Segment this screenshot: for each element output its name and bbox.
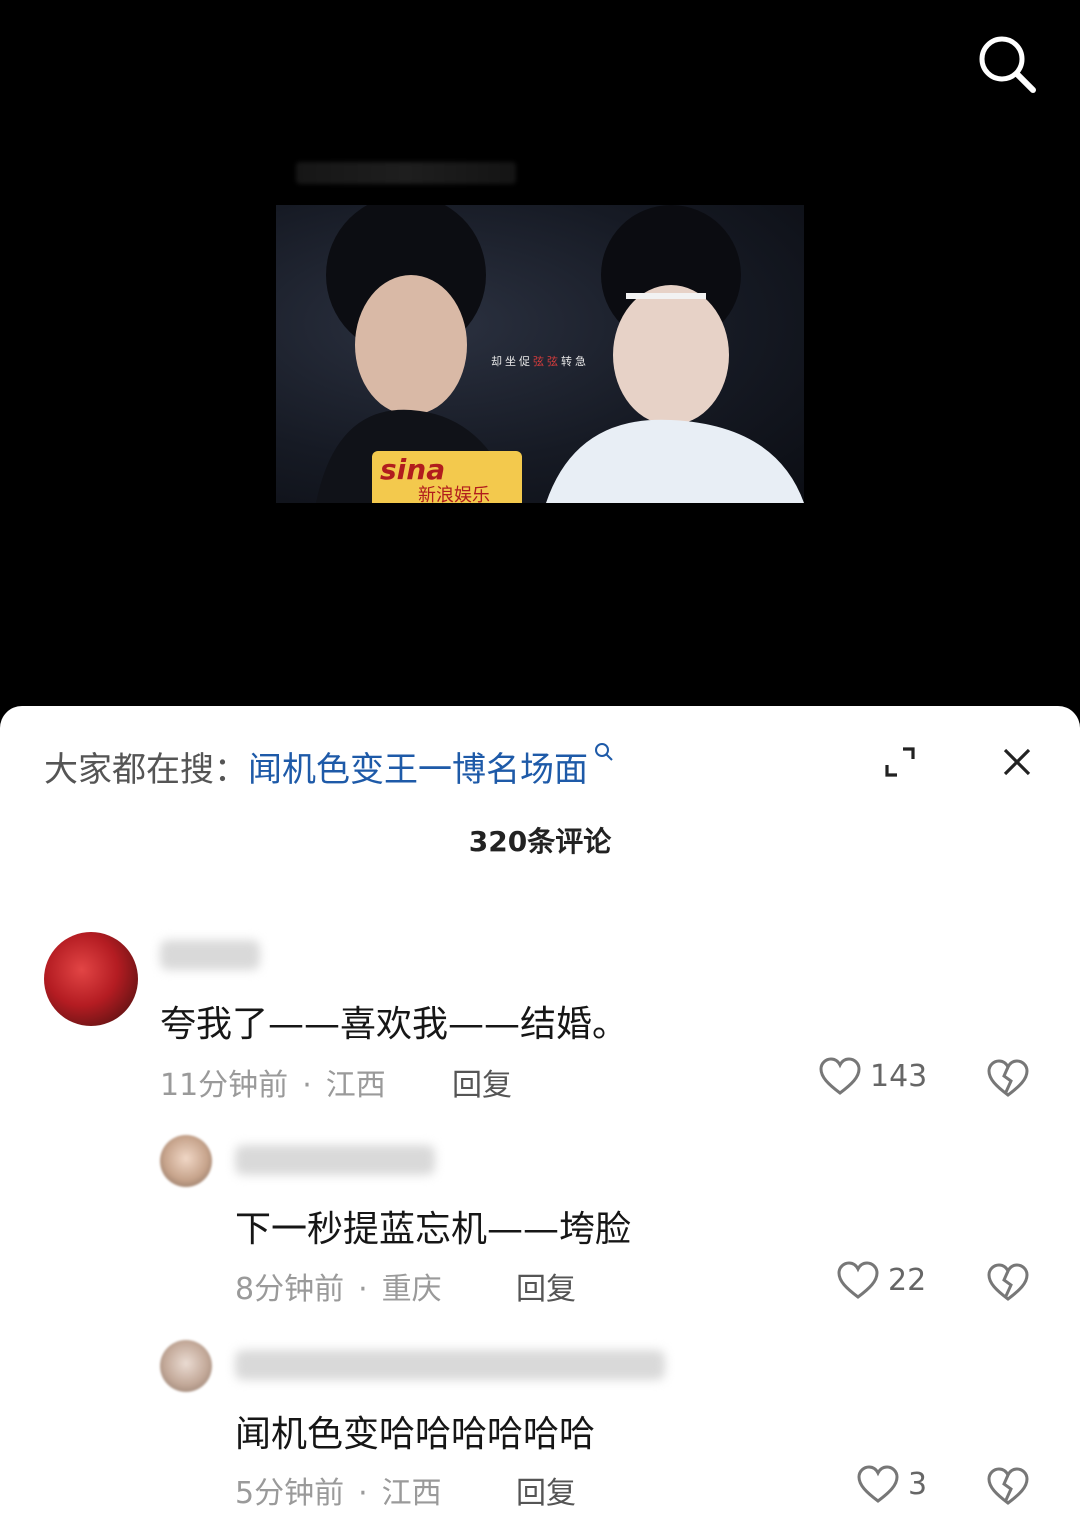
sina-watermark: sina 新浪娱乐 <box>372 451 522 503</box>
heart-icon <box>837 1261 879 1299</box>
comment-text: 下一秒提蓝忘机——垮脸 <box>235 1209 632 1250</box>
like-button[interactable]: 3 <box>856 1464 927 1504</box>
like-button[interactable]: 143 <box>818 1056 927 1096</box>
search-icon <box>979 36 1036 93</box>
username-blurred[interactable] <box>235 1350 665 1380</box>
hot-search[interactable]: 大家都在搜：闻机色变王一博名场面 <box>44 742 614 791</box>
close-icon <box>1003 748 1031 776</box>
username-blurred[interactable] <box>235 1145 435 1175</box>
expand-button[interactable] <box>883 745 917 779</box>
avatar[interactable] <box>44 932 138 1026</box>
avatar[interactable] <box>160 1340 212 1392</box>
search-small-icon <box>588 743 614 767</box>
comment-text: 闻机色变哈哈哈哈哈哈 <box>235 1414 596 1455</box>
broken-heart-icon <box>987 1059 1029 1097</box>
reply-button[interactable]: 回复 <box>516 1264 576 1308</box>
hot-search-keyword[interactable]: 闻机色变王一博名场面 <box>248 750 588 790</box>
comment-meta: 5分钟前 · 江西 <box>235 1476 442 1511</box>
search-button[interactable] <box>975 32 1039 96</box>
comment-text: 夸我了——喜欢我——结婚。 <box>160 1004 629 1045</box>
like-count: 22 <box>888 1262 927 1298</box>
username-blurred[interactable] <box>160 940 260 970</box>
like-count: 3 <box>908 1466 928 1502</box>
video-overlay-title <box>296 162 516 184</box>
expand-icon <box>885 747 915 777</box>
hot-search-label: 大家都在搜： <box>44 750 248 790</box>
video-caption: 却坐促弦弦转急 <box>491 355 589 368</box>
avatar[interactable] <box>160 1135 212 1187</box>
video-player[interactable]: 却坐促弦弦转急 sina 新浪娱乐 <box>0 0 1080 730</box>
reply-button[interactable]: 回复 <box>516 1468 576 1512</box>
comment-meta: 8分钟前 · 重庆 <box>235 1272 442 1307</box>
heart-icon <box>857 1465 899 1503</box>
dislike-button[interactable] <box>986 1058 1030 1098</box>
comment-count: 320条评论 <box>468 825 612 858</box>
broken-heart-icon <box>987 1263 1029 1301</box>
video-frame[interactable]: 却坐促弦弦转急 sina 新浪娱乐 <box>276 205 804 503</box>
reply-button[interactable]: 回复 <box>452 1060 512 1104</box>
comment-meta: 11分钟前 · 江西 <box>160 1068 386 1103</box>
like-count: 143 <box>870 1058 928 1094</box>
close-button[interactable] <box>1000 745 1034 779</box>
dislike-button[interactable] <box>986 1466 1030 1506</box>
dislike-button[interactable] <box>986 1262 1030 1302</box>
broken-heart-icon <box>987 1467 1029 1505</box>
like-button[interactable]: 22 <box>836 1260 926 1300</box>
heart-icon <box>819 1057 861 1095</box>
